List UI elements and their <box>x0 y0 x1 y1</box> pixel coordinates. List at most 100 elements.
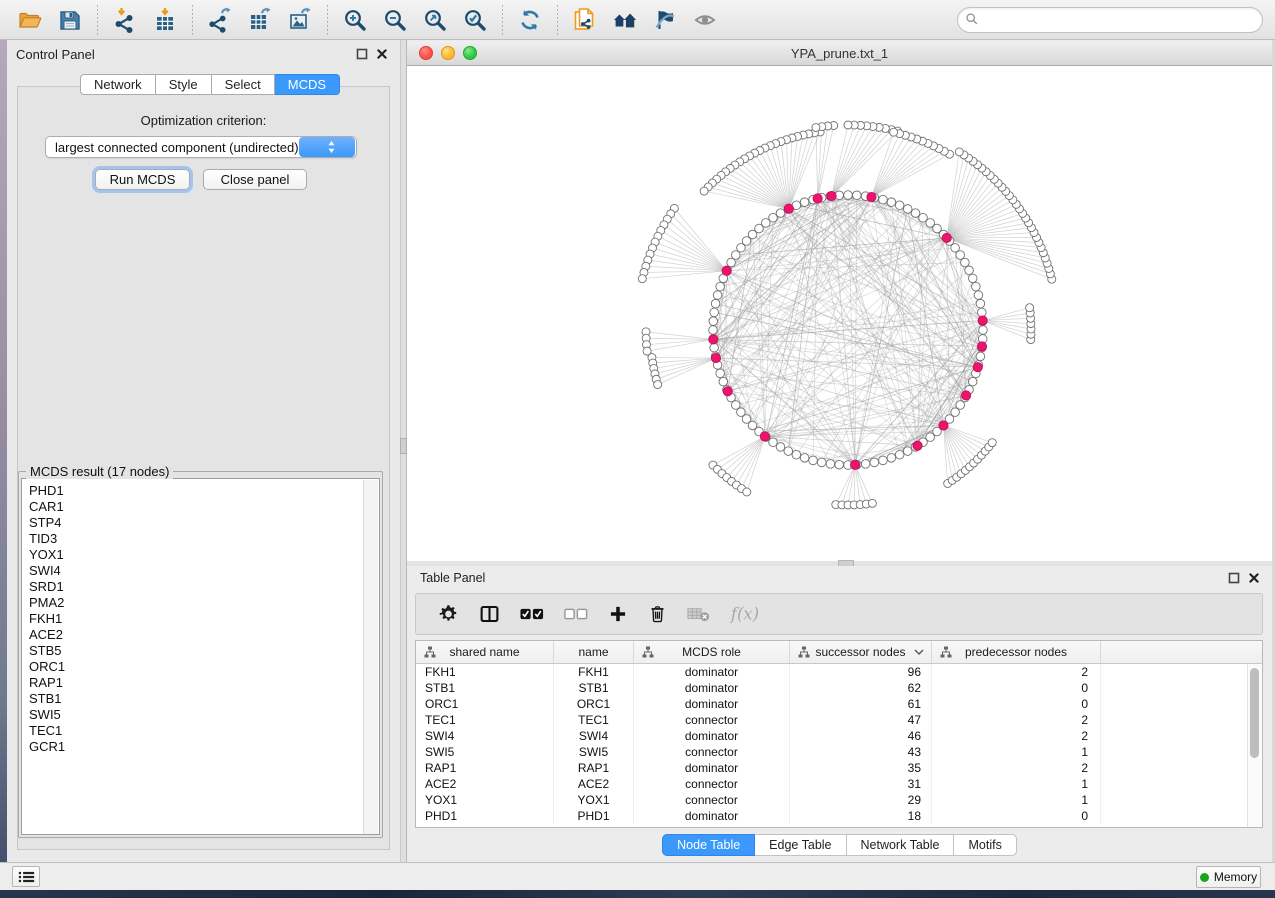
network-node[interactable] <box>976 352 985 361</box>
float-panel-button[interactable] <box>355 48 368 61</box>
close-panel-button[interactable] <box>375 48 388 61</box>
network-node[interactable] <box>895 450 904 459</box>
network-satellite-node[interactable] <box>868 499 876 507</box>
network-node[interactable] <box>887 198 896 207</box>
cell-name[interactable]: RAP1 <box>554 760 634 776</box>
task-history-button[interactable] <box>12 866 40 887</box>
network-node[interactable] <box>956 401 965 410</box>
network-node[interactable] <box>716 282 725 291</box>
cell-predecessor-nodes[interactable]: 2 <box>932 712 1101 728</box>
mcds-result-item[interactable]: FKH1 <box>29 611 379 627</box>
cell-successor-nodes[interactable]: 96 <box>790 664 932 680</box>
export-network-button[interactable] <box>205 5 235 35</box>
cell-predecessor-nodes[interactable]: 0 <box>932 680 1101 696</box>
zoom-fit-button[interactable] <box>420 5 450 35</box>
cell-successor-nodes[interactable]: 43 <box>790 744 932 760</box>
network-node[interactable] <box>961 258 970 267</box>
cell-MCDS-role[interactable]: dominator <box>634 728 790 744</box>
cell-MCDS-role[interactable]: dominator <box>634 664 790 680</box>
network-node[interactable] <box>776 443 785 452</box>
mcds-result-item[interactable]: ORC1 <box>29 659 379 675</box>
network-dominator-node[interactable] <box>722 266 731 275</box>
network-node[interactable] <box>974 291 983 300</box>
cell-successor-nodes[interactable]: 61 <box>790 696 932 712</box>
cell-predecessor-nodes[interactable]: 1 <box>932 776 1101 792</box>
export-table-button[interactable] <box>245 5 275 35</box>
cell-shared-name[interactable]: SWI5 <box>416 744 554 760</box>
cell-name[interactable]: FKH1 <box>554 664 634 680</box>
mcds-result-item[interactable]: RAP1 <box>29 675 379 691</box>
network-dominator-node[interactable] <box>978 316 987 325</box>
cell-shared-name[interactable]: SWI4 <box>416 728 554 744</box>
network-node[interactable] <box>709 317 718 326</box>
result-list-scrollbar[interactable] <box>363 480 378 835</box>
network-node[interactable] <box>976 299 985 308</box>
network-satellite-node[interactable] <box>1026 304 1034 312</box>
network-node[interactable] <box>800 454 809 463</box>
cell-shared-name[interactable]: ACE2 <box>416 776 554 792</box>
tab-network-table[interactable]: Network Table <box>847 834 955 856</box>
network-node[interactable] <box>965 266 974 275</box>
cell-shared-name[interactable]: YOX1 <box>416 792 554 808</box>
tab-select[interactable]: Select <box>212 74 275 95</box>
network-dominator-node[interactable] <box>709 335 718 344</box>
column-header-name[interactable]: name <box>554 641 634 663</box>
tab-mcds[interactable]: MCDS <box>275 74 340 95</box>
cell-name[interactable]: ORC1 <box>554 696 634 712</box>
refresh-button[interactable] <box>515 5 545 35</box>
network-window-titlebar[interactable]: YPA_prune.txt_1 <box>407 41 1272 66</box>
tab-network[interactable]: Network <box>80 74 156 95</box>
network-dominator-node[interactable] <box>977 342 986 351</box>
network-dominator-node[interactable] <box>813 194 822 203</box>
zoom-out-button[interactable] <box>380 5 410 35</box>
network-node[interactable] <box>727 258 736 267</box>
cell-MCDS-role[interactable]: dominator <box>634 696 790 712</box>
mcds-result-item[interactable]: SRD1 <box>29 579 379 595</box>
cell-name[interactable]: PHD1 <box>554 808 634 824</box>
mcds-result-item[interactable]: TEC1 <box>29 723 379 739</box>
mcds-result-item[interactable]: STB5 <box>29 643 379 659</box>
zoom-selected-button[interactable] <box>460 5 490 35</box>
mcds-result-item[interactable]: STB1 <box>29 691 379 707</box>
column-header-MCDS-role[interactable]: MCDS role <box>634 641 790 663</box>
mcds-result-item[interactable]: GCR1 <box>29 739 379 755</box>
cell-successor-nodes[interactable]: 46 <box>790 728 932 744</box>
cell-MCDS-role[interactable]: dominator <box>634 760 790 776</box>
cell-predecessor-nodes[interactable]: 1 <box>932 744 1101 760</box>
network-node[interactable] <box>710 308 719 317</box>
table-row[interactable]: SWI5SWI5connector431 <box>416 744 1262 760</box>
cell-MCDS-role[interactable]: connector <box>634 712 790 728</box>
memory-button[interactable]: Memory <box>1196 866 1261 888</box>
import-table-button[interactable] <box>150 5 180 35</box>
network-node[interactable] <box>879 456 888 465</box>
network-node[interactable] <box>711 299 720 308</box>
column-header-shared-name[interactable]: shared name <box>416 641 554 663</box>
table-row[interactable]: PHD1PHD1dominator180 <box>416 808 1262 824</box>
network-node[interactable] <box>844 191 853 200</box>
cell-successor-nodes[interactable]: 35 <box>790 760 932 776</box>
cell-predecessor-nodes[interactable]: 0 <box>932 696 1101 712</box>
network-node[interactable] <box>731 251 740 260</box>
network-node[interactable] <box>978 308 987 317</box>
cell-MCDS-role[interactable]: connector <box>634 744 790 760</box>
mcds-result-item[interactable]: PHD1 <box>29 483 379 499</box>
houses-button[interactable] <box>610 5 640 35</box>
add-row-button[interactable] <box>608 599 628 629</box>
network-satellite-node[interactable] <box>988 439 996 447</box>
network-node[interactable] <box>713 291 722 300</box>
network-satellite-node[interactable] <box>812 124 820 132</box>
cell-MCDS-role[interactable]: dominator <box>634 808 790 824</box>
hide-flag-button[interactable] <box>650 5 680 35</box>
cell-MCDS-role[interactable]: dominator <box>634 680 790 696</box>
network-node[interactable] <box>776 209 785 218</box>
network-dominator-node[interactable] <box>939 421 948 430</box>
zoom-in-button[interactable] <box>340 5 370 35</box>
tab-style[interactable]: Style <box>156 74 212 95</box>
clear-checks-button[interactable] <box>564 599 588 629</box>
column-header-predecessor-nodes[interactable]: predecessor nodes <box>932 641 1101 663</box>
table-row[interactable]: ACE2ACE2connector311 <box>416 776 1262 792</box>
cell-shared-name[interactable]: STB1 <box>416 680 554 696</box>
run-mcds-button[interactable]: Run MCDS <box>95 169 190 190</box>
cell-shared-name[interactable]: RAP1 <box>416 760 554 776</box>
network-node[interactable] <box>903 447 912 456</box>
